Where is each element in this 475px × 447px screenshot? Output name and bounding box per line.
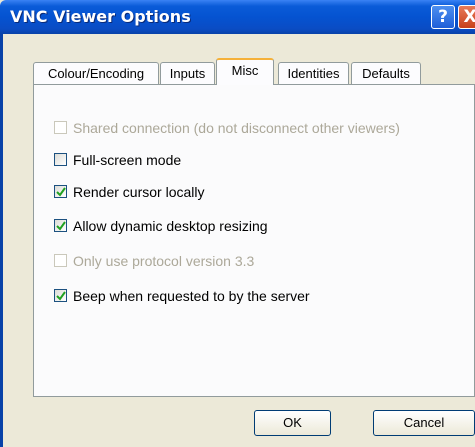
checkbox[interactable] <box>54 185 67 198</box>
tab-defaults[interactable]: Defaults <box>351 62 421 84</box>
checkbox[interactable] <box>54 219 67 232</box>
close-icon: X <box>463 7 475 27</box>
ok-button[interactable]: OK <box>254 410 331 436</box>
checkmark-icon <box>56 187 66 197</box>
tab-label: Defaults <box>362 66 410 81</box>
option-label: Shared connection (do not disconnect oth… <box>73 120 400 136</box>
window-border <box>0 34 3 447</box>
tab-label: Identities <box>287 66 340 81</box>
tab-inputs[interactable]: Inputs <box>160 62 215 84</box>
tab-colour-encoding[interactable]: Colour/Encoding <box>33 62 159 84</box>
checkbox[interactable] <box>54 121 67 134</box>
checkbox[interactable] <box>54 153 67 166</box>
tab-misc[interactable]: Misc <box>216 58 274 85</box>
title-bar[interactable]: VNC Viewer Options ? X <box>0 0 475 34</box>
help-icon: ? <box>438 7 448 27</box>
checkmark-icon <box>56 221 66 231</box>
option-label: Allow dynamic desktop resizing <box>73 218 268 234</box>
option-label: Only use protocol version 3.3 <box>73 253 255 269</box>
checkbox[interactable] <box>54 289 67 302</box>
tab-label: Misc <box>231 63 259 78</box>
options-dialog: VNC Viewer Options ? X Colour/Encoding I… <box>0 0 475 447</box>
checkmark-icon <box>56 291 66 301</box>
help-button[interactable]: ? <box>431 5 455 29</box>
window-title: VNC Viewer Options <box>10 7 191 26</box>
checkbox[interactable] <box>54 254 67 267</box>
close-button[interactable]: X <box>458 5 475 29</box>
option-label: Full-screen mode <box>73 152 182 168</box>
tab-identities[interactable]: Identities <box>278 62 349 84</box>
tab-label: Inputs <box>169 66 206 81</box>
tab-label: Colour/Encoding <box>47 66 145 81</box>
option-label: Render cursor locally <box>73 184 205 200</box>
option-label: Beep when requested to by the server <box>73 288 310 304</box>
cancel-button[interactable]: Cancel <box>373 410 475 436</box>
